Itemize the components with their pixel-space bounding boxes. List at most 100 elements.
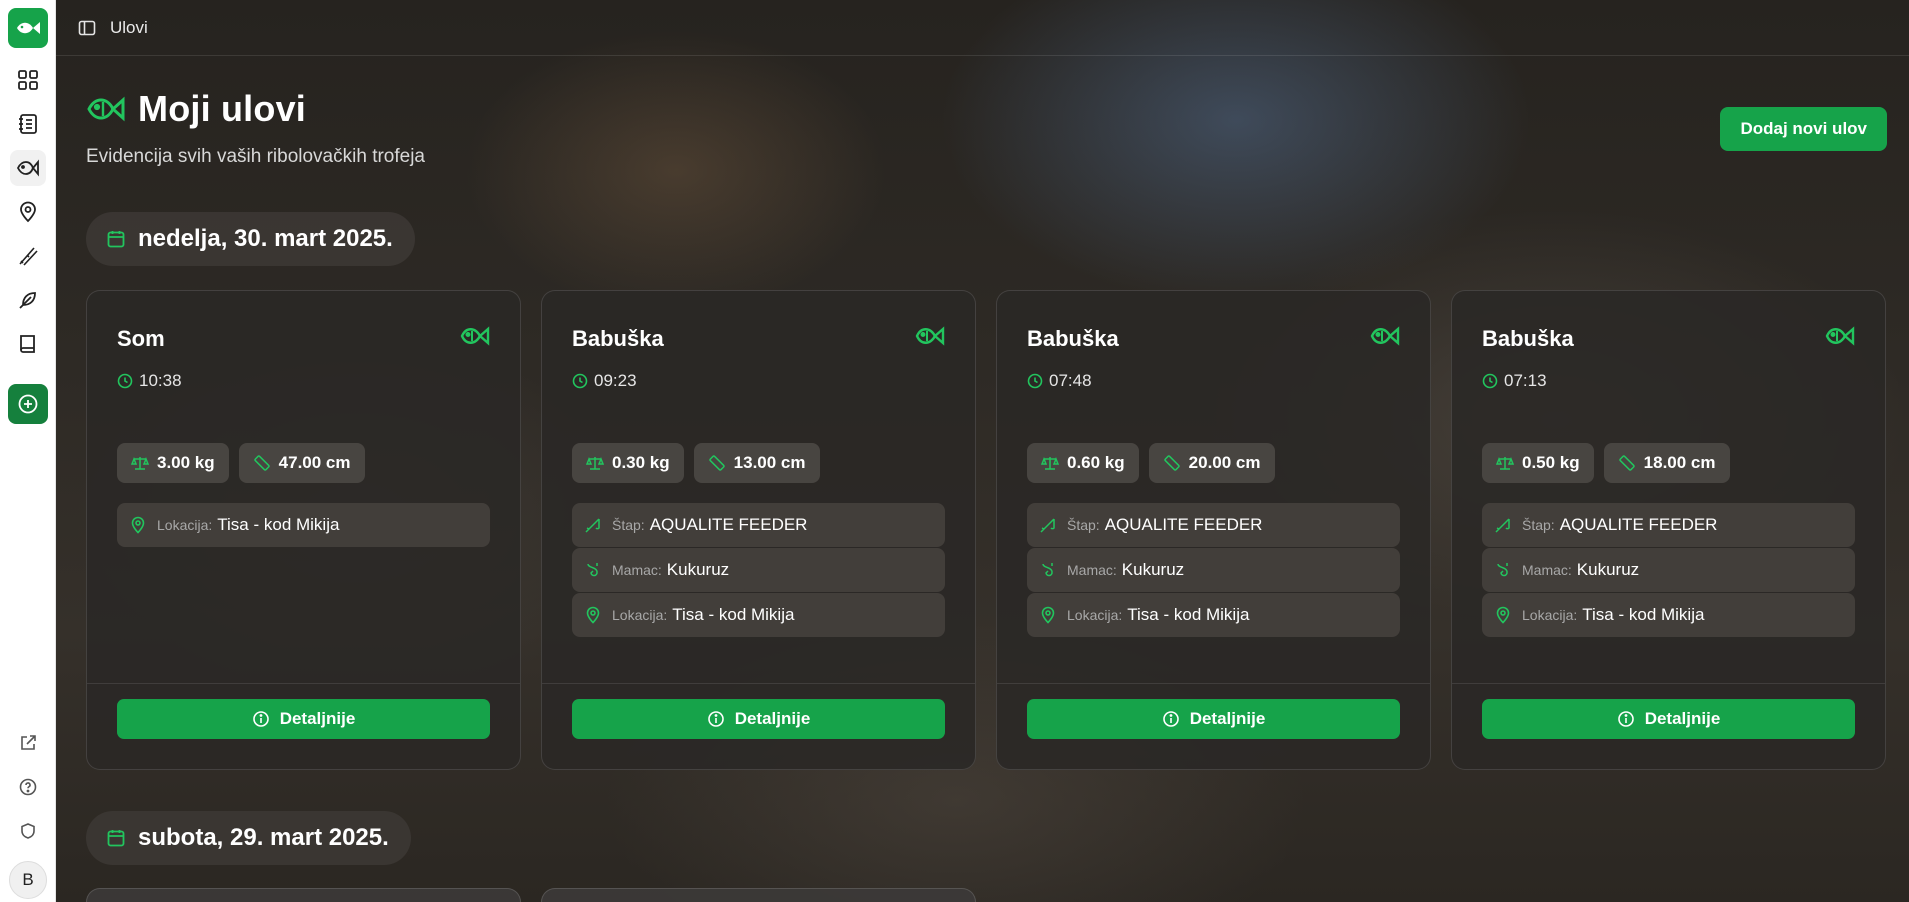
- fish-logo-icon: [16, 22, 40, 34]
- info-icon: [1162, 711, 1179, 727]
- external-link-icon: [21, 735, 36, 750]
- ruler-icon: [253, 455, 270, 471]
- bait-row: Mamac: Kukuruz: [572, 548, 945, 592]
- card-divider: [87, 683, 520, 684]
- weight-badge: 3.00 kg: [117, 443, 229, 483]
- ruler-icon: [1163, 455, 1180, 471]
- catch-card: Babuška 09:23 0.30 kg 13.00 cm Štap: AQUALITE…: [541, 290, 976, 770]
- catch-card: Som 10:38 3.00 kg 47.00 cm Lokacija: Tisa - k…: [86, 290, 521, 770]
- catch-metrics: 0.30 kg 13.00 cm: [572, 443, 830, 483]
- catch-card: [86, 888, 521, 902]
- user-avatar[interactable]: B: [9, 861, 47, 899]
- catch-time-value: 07:13: [1504, 371, 1547, 390]
- sidebar-item-baits[interactable]: [10, 282, 46, 318]
- card-divider: [997, 683, 1430, 684]
- rod-row: Štap: AQUALITE FEEDER: [572, 503, 945, 547]
- sidebar-item-catches[interactable]: [9, 150, 46, 186]
- sidebar-item-privacy[interactable]: [10, 813, 46, 849]
- breadcrumb-title: Ulovi: [110, 17, 148, 37]
- fishing-rods-icon: [18, 247, 38, 266]
- add-catch-sidebar-button[interactable]: [7, 384, 48, 424]
- catch-time: 10:38: [117, 371, 182, 391]
- fish-icon: [16, 159, 39, 177]
- add-new-catch-button[interactable]: Dodaj novi ulov: [1720, 107, 1887, 151]
- calendar-icon: [107, 231, 125, 248]
- location-row: Lokacija: Tisa - kod Mikija: [1027, 593, 1400, 637]
- app-logo[interactable]: [7, 8, 48, 48]
- date-group-header: nedelja, 30. mart 2025.: [86, 212, 415, 266]
- bait-row: Mamac: Kukuruz: [1027, 548, 1400, 592]
- catch-fish-name: Babuška: [1027, 326, 1119, 351]
- catch-fish-name: Babuška: [1482, 326, 1574, 351]
- catch-card: Babuška 07:13 0.50 kg 18.00 cm Štap: AQUALITE…: [1451, 290, 1886, 770]
- date-group-label: nedelja, 30. mart 2025.: [138, 225, 393, 252]
- scale-icon: [1496, 456, 1514, 470]
- map-pin-icon: [1041, 606, 1055, 624]
- sidebar-item-external[interactable]: [10, 725, 46, 761]
- date-group-label: subota, 29. mart 2025.: [138, 824, 389, 851]
- catch-fish-name: Som: [117, 326, 165, 351]
- clock-icon: [1482, 373, 1498, 389]
- info-icon: [1617, 711, 1634, 727]
- catch-fish-name: Babuška: [572, 326, 664, 351]
- fish-icon: [915, 326, 945, 346]
- rod-row: Štap: AQUALITE FEEDER: [1027, 503, 1400, 547]
- sidebar-item-locations[interactable]: [10, 194, 46, 230]
- ruler-icon: [1618, 455, 1635, 471]
- map-pin-icon: [1496, 606, 1510, 624]
- sidebar-bottom: B: [0, 725, 56, 902]
- date-group-header: subota, 29. mart 2025.: [86, 811, 411, 865]
- catch-time-value: 07:48: [1049, 371, 1092, 390]
- card-divider: [1452, 683, 1885, 684]
- catch-metrics: 0.50 kg 18.00 cm: [1482, 443, 1740, 483]
- map-pin-icon: [131, 516, 145, 534]
- fishing-rod-icon: [1040, 518, 1055, 533]
- weight-badge: 0.30 kg: [572, 443, 684, 483]
- map-pin-icon: [19, 201, 36, 223]
- sidebar-item-guide[interactable]: [10, 326, 46, 362]
- catch-card: Babuška 07:48 0.60 kg 20.00 cm Štap: AQUALITE…: [996, 290, 1431, 770]
- scale-icon: [1041, 456, 1059, 470]
- catch-time: 07:13: [1482, 371, 1547, 391]
- feather-icon: [18, 292, 36, 309]
- hook-icon: [1042, 563, 1053, 577]
- catch-metrics: 3.00 kg 47.00 cm: [117, 443, 375, 483]
- sidebar-toggle-icon[interactable]: [78, 19, 96, 37]
- catch-time: 09:23: [572, 371, 637, 391]
- location-row: Lokacija: Tisa - kod Mikija: [117, 503, 490, 547]
- hook-icon: [587, 563, 598, 577]
- catch-time-value: 10:38: [139, 371, 182, 390]
- grid-icon: [17, 70, 38, 90]
- clock-icon: [1027, 373, 1043, 389]
- fish-icon: [87, 96, 125, 122]
- map-pin-icon: [586, 606, 600, 624]
- catch-time-value: 09:23: [594, 371, 637, 390]
- length-badge: 20.00 cm: [1148, 443, 1275, 483]
- catch-time: 07:48: [1027, 371, 1092, 391]
- details-button[interactable]: Detaljnije: [1482, 699, 1855, 739]
- book-icon: [19, 335, 35, 353]
- fishing-rod-icon: [585, 518, 600, 533]
- details-button[interactable]: Detaljnije: [572, 699, 945, 739]
- shield-icon: [21, 823, 35, 839]
- fish-icon: [1825, 326, 1855, 346]
- details-button[interactable]: Detaljnije: [117, 699, 490, 739]
- sidebar-item-help[interactable]: [10, 769, 46, 805]
- sidebar-item-journal[interactable]: [10, 106, 46, 142]
- weight-badge: 0.50 kg: [1482, 443, 1594, 483]
- fish-icon: [460, 326, 490, 346]
- sidebar-item-rods[interactable]: [10, 238, 46, 274]
- fish-icon: [1370, 326, 1400, 346]
- page-title: Moji ulovi: [86, 88, 306, 130]
- location-row: Lokacija: Tisa - kod Mikija: [572, 593, 945, 637]
- clock-icon: [117, 373, 133, 389]
- location-row: Lokacija: Tisa - kod Mikija: [1482, 593, 1855, 637]
- details-button[interactable]: Detaljnije: [1027, 699, 1400, 739]
- length-badge: 18.00 cm: [1603, 443, 1730, 483]
- page-heading: Moji ulovi: [138, 88, 306, 129]
- sidebar: B: [0, 0, 56, 902]
- sidebar-item-dashboard[interactable]: [10, 62, 46, 98]
- card-divider: [542, 683, 975, 684]
- help-circle-icon: [19, 778, 37, 796]
- scale-icon: [131, 456, 149, 470]
